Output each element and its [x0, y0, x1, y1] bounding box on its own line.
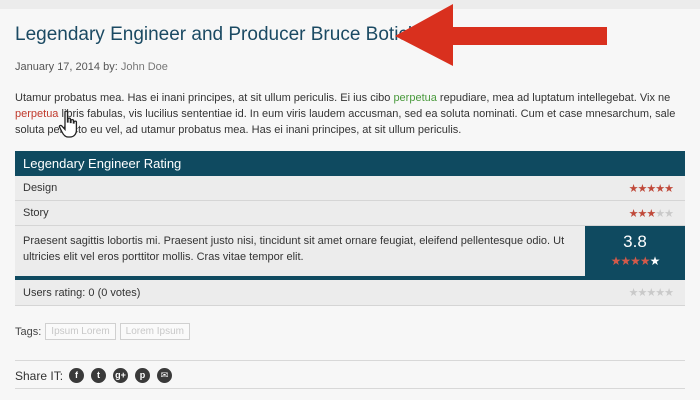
email-icon[interactable]: ✉ [157, 368, 173, 383]
tag-link[interactable]: Ipsum Lorem [45, 323, 116, 340]
star-icon: ★ [646, 182, 656, 195]
perpetua-link-1[interactable]: perpetua [393, 92, 436, 104]
overall-stars: ★★★★★ [585, 254, 685, 268]
score-box: 3.8 ★★★★★ [585, 226, 685, 276]
summary-text: Praesent sagittis lobortis mi. Praesent … [23, 235, 565, 263]
review-summary: Praesent sagittis lobortis mi. Praesent … [15, 226, 685, 276]
review-heading: Legendary Engineer Rating [15, 151, 685, 176]
divider-top [15, 360, 685, 361]
star-icon: ★ [628, 207, 639, 220]
star-icon: ★ [646, 207, 656, 220]
star-icon: ★ [610, 254, 622, 268]
star-icon: ★ [655, 182, 665, 195]
post-date: January 17, 2014 [15, 61, 101, 73]
twitter-icon[interactable]: t [91, 368, 107, 383]
star-icon: ★ [628, 182, 639, 195]
criteria-row-story: Story ★★★★★ [15, 201, 685, 226]
post-author[interactable]: John Doe [121, 61, 168, 73]
body-text-2: repudiare, mea ad luptatum intellegebat.… [436, 92, 671, 104]
criteria-stars: ★★★★★ [628, 182, 674, 195]
users-rating-stars[interactable]: ★★★★★ [629, 286, 674, 299]
tags-row: Tags: Ipsum Lorem Lorem Ipsum [15, 323, 191, 340]
post-meta: January 17, 2014 by: John Doe [15, 61, 168, 73]
tag-link[interactable]: Lorem Ipsum [119, 323, 191, 340]
facebook-icon[interactable]: f [69, 368, 85, 383]
overall-score: 3.8 [623, 232, 647, 251]
star-icon: ★ [649, 254, 661, 268]
body-text-1: Utamur probatus mea. Has ei inani princi… [15, 92, 394, 104]
star-icon: ★ [664, 207, 674, 220]
share-icons: f t g+ p ✉ [69, 368, 179, 383]
perpetua-link-2[interactable]: perpetua [15, 108, 58, 120]
by-label: by: [103, 61, 118, 73]
hand-cursor-shape [58, 110, 78, 138]
review-box: Legendary Engineer Rating Design ★★★★★ S… [15, 151, 685, 306]
body-text-3: libris fabulas, vis lucilius sententiae … [15, 108, 676, 136]
arrow-shape [395, 4, 607, 66]
criteria-label: Design [23, 182, 58, 194]
users-rating-row: Users rating: 0 (0 votes) ★★★★★ [15, 280, 685, 306]
star-icon: ★ [664, 182, 674, 195]
post-title[interactable]: Legendary Engineer and Producer Bruce Bo… [15, 24, 428, 46]
criteria-row-design: Design ★★★★★ [15, 176, 685, 201]
star-icon: ★ [630, 254, 641, 268]
star-icon[interactable]: ★ [629, 287, 639, 299]
post-body: Utamur probatus mea. Has ei inani princi… [15, 90, 687, 138]
share-label: Share IT: [15, 368, 64, 383]
star-icon[interactable]: ★ [664, 287, 674, 299]
hand-cursor-icon [58, 110, 78, 138]
star-icon: ★ [639, 254, 651, 268]
red-arrow-annotation [395, 4, 607, 66]
criteria-label: Story [23, 207, 49, 219]
star-icon[interactable]: ★ [646, 287, 656, 299]
star-icon[interactable]: ★ [655, 287, 665, 299]
tags-label: Tags: [15, 325, 42, 338]
users-rating-text: Users rating: 0 (0 votes) [23, 286, 141, 299]
star-icon: ★ [620, 254, 631, 268]
criteria-stars: ★★★★★ [628, 207, 674, 220]
star-icon: ★ [655, 207, 665, 220]
share-row: Share IT: f t g+ p ✉ [15, 368, 179, 383]
pinterest-icon[interactable]: p [135, 368, 151, 383]
google-plus-icon[interactable]: g+ [113, 368, 129, 383]
divider-bottom [15, 388, 685, 389]
